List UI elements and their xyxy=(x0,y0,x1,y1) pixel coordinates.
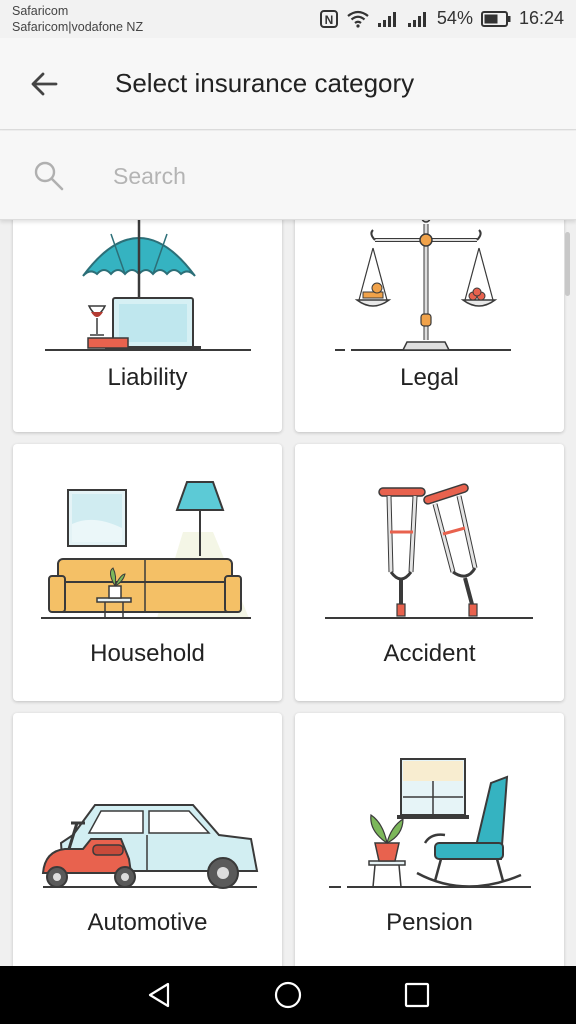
circle-home-icon[interactable] xyxy=(273,980,303,1010)
scales-illustration xyxy=(335,220,511,351)
carrier-info: Safaricom Safaricom|vodafone NZ xyxy=(12,3,143,35)
square-recents-icon[interactable] xyxy=(402,980,432,1010)
triangle-back-icon[interactable] xyxy=(144,980,174,1010)
category-label: Pension xyxy=(386,909,473,936)
clock: 16:24 xyxy=(518,8,564,28)
search-bar xyxy=(0,131,576,220)
category-label: Automotive xyxy=(87,909,208,936)
page-title: Select insurance category xyxy=(115,68,415,98)
navigation-bar xyxy=(0,966,576,1024)
battery-icon xyxy=(480,10,511,27)
nfc-icon: N xyxy=(319,9,338,28)
search-icon xyxy=(34,161,64,191)
status-bar: Safaricom Safaricom|vodafone NZ N 54% 16… xyxy=(0,0,576,38)
scrollbar[interactable] xyxy=(565,232,570,296)
svg-text:N: N xyxy=(325,13,334,27)
category-card-liability[interactable]: Liability xyxy=(13,220,282,432)
category-card-accident[interactable]: Accident xyxy=(295,444,564,701)
signal-icon xyxy=(377,11,396,27)
category-label: Legal xyxy=(400,364,459,391)
back-button[interactable] xyxy=(26,66,62,102)
carrier-name: Safaricom xyxy=(12,4,69,18)
category-card-legal[interactable]: Legal xyxy=(295,220,564,432)
category-label: Accident xyxy=(383,640,476,667)
category-grid: Liability Legal Household Accident Autom… xyxy=(0,220,576,966)
carrier-network: Safaricom|vodafone NZ xyxy=(12,20,144,34)
search-input[interactable] xyxy=(113,159,533,193)
category-label: Liability xyxy=(107,364,188,391)
umbrella-laptop-illustration xyxy=(45,220,251,351)
category-card-household[interactable]: Household xyxy=(13,444,282,701)
arrow-left-icon xyxy=(31,72,58,96)
app-bar: Select insurance category xyxy=(0,38,576,130)
category-card-automotive[interactable]: Automotive xyxy=(13,713,282,966)
category-label: Household xyxy=(90,640,205,667)
car-scooter-illustration xyxy=(41,804,259,889)
battery-percent: 54% xyxy=(436,8,473,28)
crutches-illustration xyxy=(325,483,533,619)
category-card-pension[interactable]: Pension xyxy=(295,713,564,966)
status-icons: N 54% 16:24 xyxy=(319,8,564,29)
wifi-icon xyxy=(347,10,369,28)
signal-icon xyxy=(407,11,426,27)
sofa-lamp-illustration xyxy=(41,481,251,619)
rocking-chair-illustration xyxy=(329,758,531,888)
